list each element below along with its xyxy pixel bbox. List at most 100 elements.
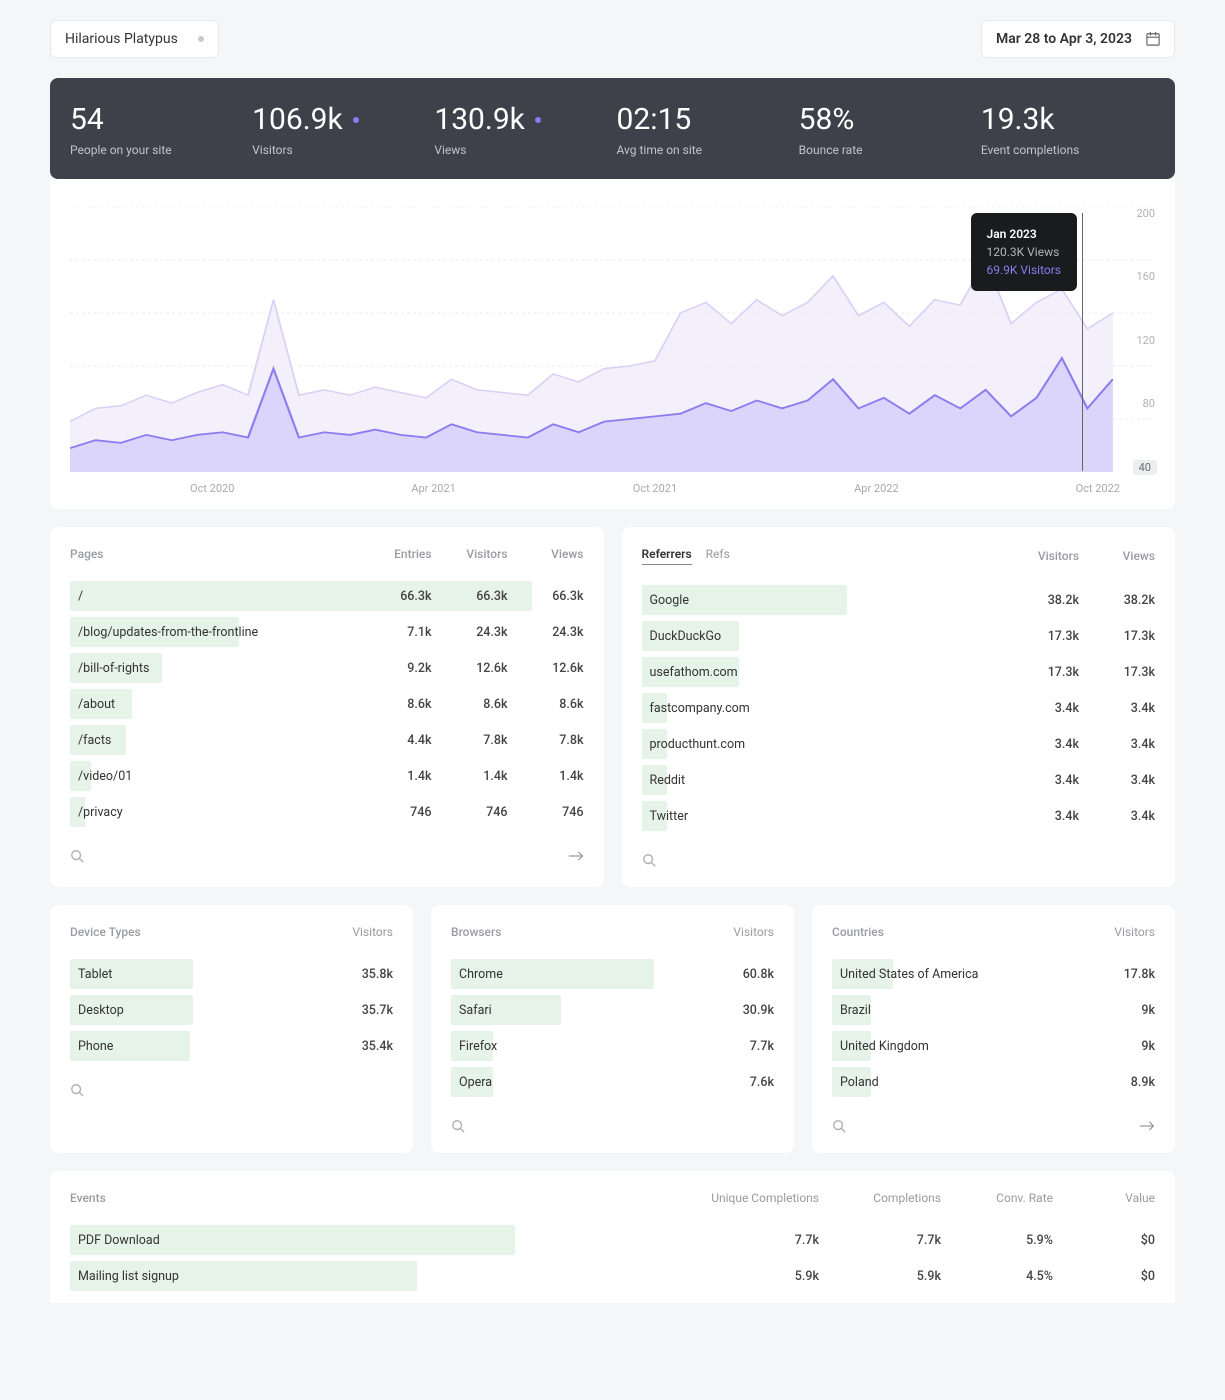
tab-referrers[interactable]: Referrers: [642, 547, 692, 565]
row-value: 7.1k: [388, 625, 432, 640]
row-value: 7.7k: [831, 1233, 941, 1248]
row-label: /privacy: [70, 805, 388, 820]
table-row[interactable]: Mailing list signup 5.9k5.9k4.5%$0: [70, 1261, 1155, 1291]
table-row[interactable]: Safari 30.9k: [451, 995, 774, 1025]
x-tick: Apr 2021: [411, 482, 456, 495]
arrow-right-icon[interactable]: [568, 850, 584, 862]
arrow-right-icon[interactable]: [1139, 1120, 1155, 1132]
row-value: 7.7k: [689, 1233, 819, 1248]
row-value: 746: [540, 805, 584, 820]
site-selector[interactable]: Hilarious Platypus: [50, 20, 219, 58]
y-tick: 80: [1143, 397, 1155, 410]
y-tick: 200: [1136, 207, 1155, 220]
table-row[interactable]: Chrome 60.8k: [451, 959, 774, 989]
row-value: 35.8k: [349, 967, 393, 982]
site-name: Hilarious Platypus: [65, 31, 178, 47]
column-header: Value: [1065, 1191, 1155, 1205]
row-label: /facts: [70, 733, 388, 748]
table-row[interactable]: /privacy 746746746: [70, 797, 584, 827]
chart-tooltip: Jan 2023 120.3K Views 69.9K Visitors: [971, 213, 1077, 291]
table-row[interactable]: Firefox 7.7k: [451, 1031, 774, 1061]
metric[interactable]: 58% Bounce rate: [799, 102, 973, 157]
metric-label: People on your site: [70, 143, 244, 157]
row-value: 24.3k: [464, 625, 508, 640]
search-icon[interactable]: [832, 1119, 846, 1133]
row-label: Brazil: [832, 1003, 1111, 1018]
table-row[interactable]: Opera 7.6k: [451, 1067, 774, 1097]
row-value: 60.8k: [730, 967, 774, 982]
date-range-label: Mar 28 to Apr 3, 2023: [996, 31, 1132, 47]
metric-value: 19.3k: [981, 102, 1155, 137]
table-row[interactable]: Reddit 3.4k3.4k: [642, 765, 1156, 795]
row-value: 12.6k: [464, 661, 508, 676]
metric-dot-icon: [353, 117, 359, 123]
row-value: 3.4k: [1035, 701, 1079, 716]
search-icon[interactable]: [70, 849, 84, 863]
table-row[interactable]: Poland 8.9k: [832, 1067, 1155, 1097]
row-value: 8.6k: [388, 697, 432, 712]
row-value: 17.3k: [1035, 629, 1079, 644]
table-row[interactable]: Desktop 35.7k: [70, 995, 393, 1025]
table-row[interactable]: /about 8.6k8.6k8.6k: [70, 689, 584, 719]
column-header: Visitors: [464, 547, 508, 561]
search-icon[interactable]: [70, 1083, 84, 1097]
table-row[interactable]: Tablet 35.8k: [70, 959, 393, 989]
row-label: usefathom.com: [642, 665, 1036, 680]
row-value: 5.9k: [831, 1269, 941, 1284]
table-row[interactable]: fastcompany.com 3.4k3.4k: [642, 693, 1156, 723]
table-row[interactable]: /bill-of-rights 9.2k12.6k12.6k: [70, 653, 584, 683]
chart-cursor-line: [1082, 213, 1083, 471]
table-row[interactable]: Phone 35.4k: [70, 1031, 393, 1061]
table-row[interactable]: Google 38.2k38.2k: [642, 585, 1156, 615]
metric[interactable]: 106.9k Visitors: [252, 102, 426, 157]
tab-refs[interactable]: Refs: [706, 547, 730, 565]
row-value: 35.4k: [349, 1039, 393, 1054]
calendar-icon: [1146, 32, 1160, 46]
row-value: 9.2k: [388, 661, 432, 676]
column-header: Visitors: [733, 925, 774, 939]
table-row[interactable]: United Kingdom 9k: [832, 1031, 1155, 1061]
row-value: 4.5%: [953, 1269, 1053, 1284]
devices-card: Device Types Visitors Tablet 35.8k Deskt…: [50, 905, 413, 1153]
search-icon[interactable]: [642, 853, 656, 867]
table-row[interactable]: /blog/updates-from-the-frontline 7.1k24.…: [70, 617, 584, 647]
row-label: United Kingdom: [832, 1039, 1111, 1054]
row-value: 38.2k: [1035, 593, 1079, 608]
metric[interactable]: 130.9k Views: [434, 102, 608, 157]
row-value: 12.6k: [540, 661, 584, 676]
row-value: 5.9k: [689, 1269, 819, 1284]
table-row[interactable]: Twitter 3.4k3.4k: [642, 801, 1156, 831]
row-label: Reddit: [642, 773, 1036, 788]
row-value: 7.8k: [540, 733, 584, 748]
table-row[interactable]: PDF Download 7.7k7.7k5.9%$0: [70, 1225, 1155, 1255]
table-row[interactable]: / 66.3k66.3k66.3k: [70, 581, 584, 611]
column-header: Conv. Rate: [953, 1191, 1053, 1205]
table-row[interactable]: producthunt.com 3.4k3.4k: [642, 729, 1156, 759]
table-row[interactable]: Brazil 9k: [832, 995, 1155, 1025]
row-value: 746: [464, 805, 508, 820]
row-value: 17.3k: [1035, 665, 1079, 680]
date-range-picker[interactable]: Mar 28 to Apr 3, 2023: [981, 20, 1175, 58]
column-header: Visitors: [352, 925, 393, 939]
table-row[interactable]: United States of America 17.8k: [832, 959, 1155, 989]
metric[interactable]: 19.3k Event completions: [981, 102, 1155, 157]
row-value: 3.4k: [1111, 701, 1155, 716]
metric[interactable]: 02:15 Avg time on site: [617, 102, 791, 157]
card-title: Countries: [832, 925, 884, 939]
table-row[interactable]: /facts 4.4k7.8k7.8k: [70, 725, 584, 755]
search-icon[interactable]: [451, 1119, 465, 1133]
row-value: 38.2k: [1111, 593, 1155, 608]
table-row[interactable]: /video/01 1.4k1.4k1.4k: [70, 761, 584, 791]
metric-dot-icon: [535, 117, 541, 123]
row-value: 7.8k: [464, 733, 508, 748]
metric-value: 106.9k: [252, 102, 426, 137]
metric[interactable]: 54 People on your site: [70, 102, 244, 157]
metrics-bar: 54 People on your site 106.9k Visitors 1…: [50, 78, 1175, 179]
card-title: Device Types: [70, 925, 141, 939]
table-row[interactable]: DuckDuckGo 17.3k17.3k: [642, 621, 1156, 651]
row-label: /video/01: [70, 769, 388, 784]
column-header: Visitors: [1035, 549, 1079, 563]
table-row[interactable]: usefathom.com 17.3k17.3k: [642, 657, 1156, 687]
tooltip-date: Jan 2023: [987, 225, 1061, 243]
row-value: 9k: [1111, 1039, 1155, 1054]
